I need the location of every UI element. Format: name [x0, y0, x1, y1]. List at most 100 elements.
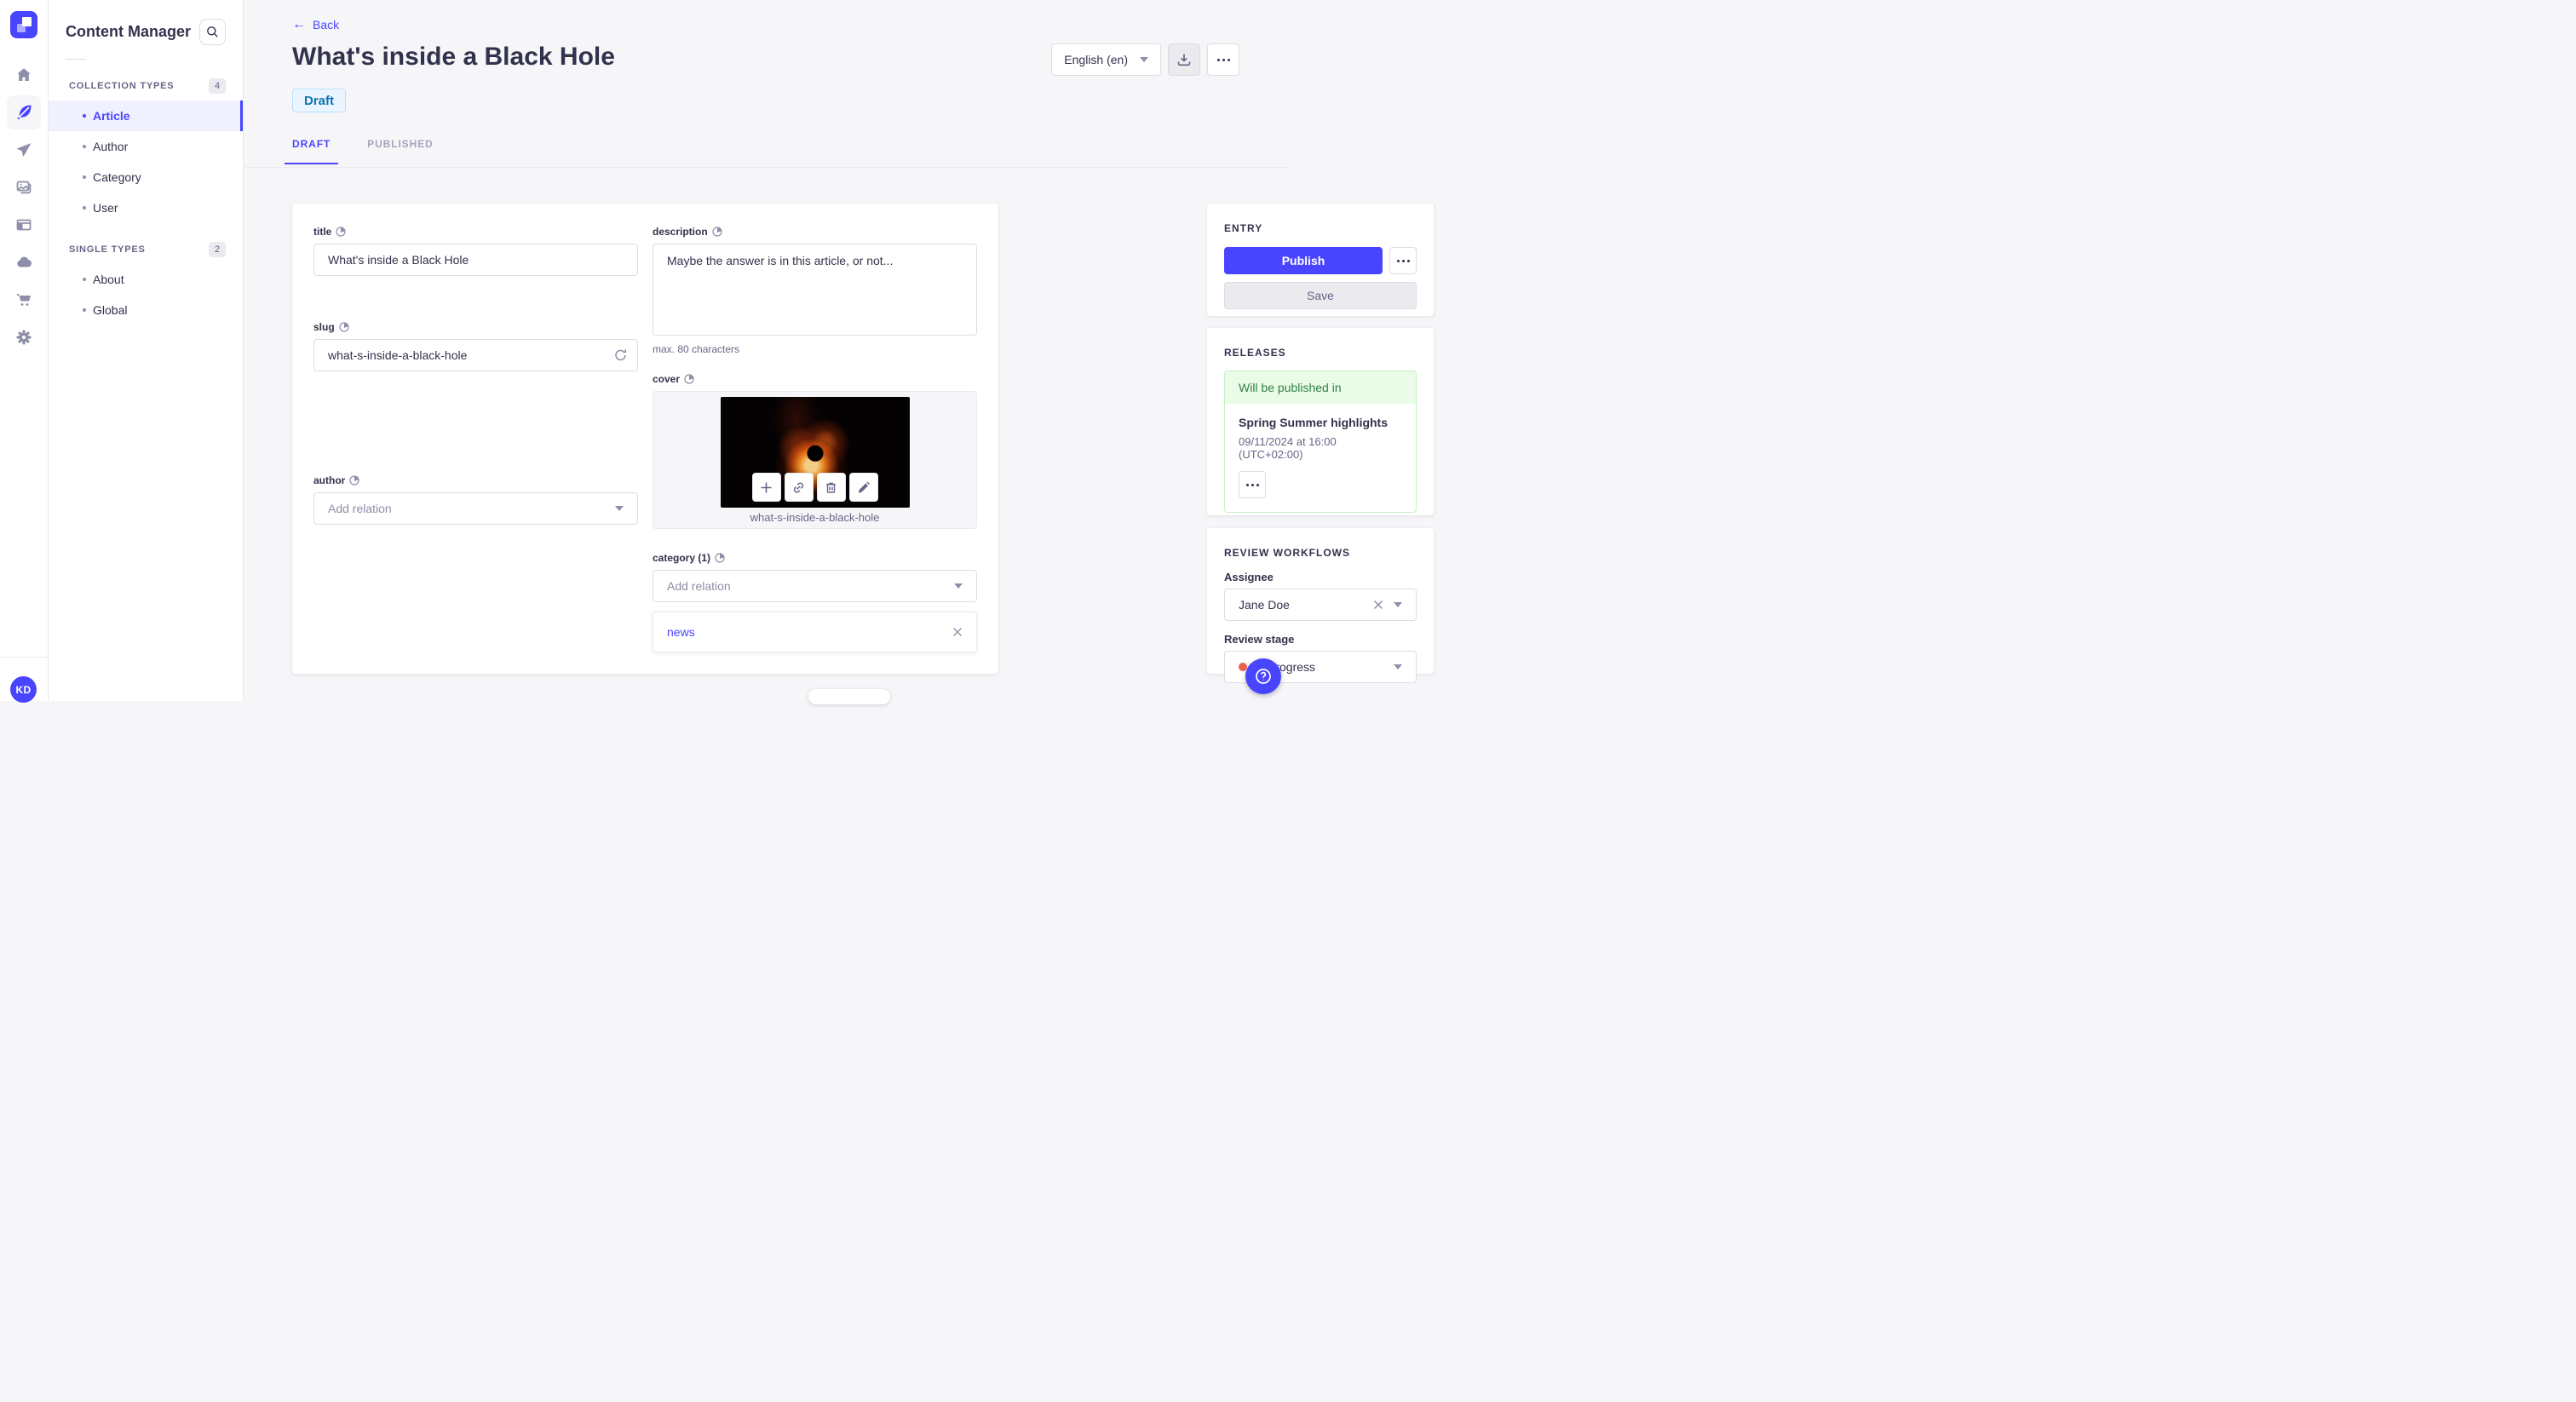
clear-assignee-button[interactable]	[1373, 600, 1383, 610]
relation-item-news[interactable]: news	[653, 612, 977, 652]
review-stage-label: Review stage	[1224, 633, 1295, 646]
title-input[interactable]	[313, 244, 638, 276]
sidebar-item-label: About	[93, 273, 124, 286]
rail-divider	[0, 657, 48, 658]
globe-icon	[339, 322, 349, 332]
slug-input[interactable]	[313, 339, 638, 371]
search-icon	[207, 26, 218, 37]
marketplace-icon[interactable]	[7, 283, 41, 317]
entry-more-button[interactable]	[1389, 247, 1417, 274]
content-type-builder-icon[interactable]	[7, 208, 41, 242]
collection-types-label: COLLECTION TYPES	[69, 81, 175, 91]
sidebar-item-label: Article	[93, 109, 130, 123]
user-avatar[interactable]: KD	[10, 676, 37, 703]
cover-media-card: what-s-inside-a-black-hole	[653, 391, 977, 529]
rail-nav	[7, 58, 41, 354]
releases-panel: RELEASES Will be published in Spring Sum…	[1207, 328, 1434, 515]
sidebar-item-author[interactable]: Author	[49, 131, 243, 162]
home-icon[interactable]	[7, 58, 41, 92]
globe-icon	[336, 227, 346, 237]
author-relation-select[interactable]: Add relation	[313, 492, 638, 525]
back-label: Back	[313, 18, 340, 32]
publish-button[interactable]: Publish	[1224, 247, 1383, 274]
search-button[interactable]	[199, 19, 226, 45]
field-label-text: category (1)	[653, 552, 711, 564]
link-icon	[793, 481, 804, 493]
logo-shape-2	[17, 24, 26, 32]
assignee-value: Jane Doe	[1239, 598, 1290, 612]
collection-types-count: 4	[209, 78, 226, 94]
regenerate-slug-button[interactable]	[613, 348, 628, 363]
description-hint: max. 80 characters	[653, 343, 740, 355]
chevron-down-icon	[954, 583, 963, 589]
copy-link-button[interactable]	[784, 473, 814, 502]
delete-media-button[interactable]	[816, 473, 846, 502]
field-label-text: title	[313, 226, 332, 238]
sidebar-divider	[66, 59, 86, 60]
chevron-down-icon	[615, 506, 624, 511]
locale-select[interactable]: English (en)	[1051, 43, 1161, 76]
bullet-icon	[83, 308, 86, 312]
header-controls: English (en)	[1051, 43, 1239, 76]
tab-published[interactable]: PUBLISHED	[367, 138, 433, 164]
chevron-down-icon	[1394, 664, 1402, 669]
save-button[interactable]: Save	[1224, 282, 1417, 309]
entry-panel: ENTRY Publish Save	[1207, 204, 1434, 316]
header-more-button[interactable]	[1207, 43, 1239, 76]
slug-field-label: slug	[313, 321, 638, 333]
download-icon	[1177, 54, 1191, 66]
deploy-icon[interactable]	[7, 133, 41, 167]
export-button[interactable]	[1168, 43, 1200, 76]
globe-icon	[684, 374, 694, 384]
review-workflows-panel: REVIEW WORKFLOWS Assignee Jane Doe Revie…	[1207, 528, 1434, 683]
release-date: 09/11/2024 at 16:00 (UTC+02:00)	[1239, 435, 1337, 461]
release-card: Will be published in Spring Summer highl…	[1224, 371, 1417, 513]
cloud-icon[interactable]	[7, 245, 41, 279]
help-button[interactable]	[1245, 658, 1281, 694]
chevron-down-icon	[1140, 57, 1148, 62]
cover-actions	[751, 473, 878, 502]
relation-link[interactable]: news	[667, 625, 952, 639]
settings-gear-icon[interactable]	[7, 320, 41, 354]
main-nav-rail: KD	[0, 0, 49, 703]
bullet-icon	[83, 145, 86, 148]
sidebar-item-label: Category	[93, 170, 141, 184]
content-manager-icon[interactable]	[7, 95, 41, 129]
refresh-icon	[615, 349, 626, 361]
description-textarea[interactable]: Maybe the answer is in this article, or …	[653, 244, 977, 336]
trash-icon	[826, 482, 836, 493]
category-field-label: category (1)	[653, 552, 977, 564]
author-placeholder: Add relation	[328, 502, 392, 515]
release-status: Will be published in	[1225, 371, 1416, 404]
assignee-select[interactable]: Jane Doe	[1224, 589, 1417, 621]
add-media-button[interactable]	[751, 473, 781, 502]
globe-icon	[715, 553, 725, 563]
tab-draft[interactable]: DRAFT	[285, 138, 339, 164]
review-panel-title: REVIEW WORKFLOWS	[1224, 547, 1350, 559]
field-label-text: cover	[653, 373, 681, 385]
edit-media-button[interactable]	[848, 473, 878, 502]
sidebar-title: Content Manager	[66, 23, 192, 40]
remove-relation-button[interactable]	[952, 627, 963, 637]
sidebar-item-about[interactable]: About	[49, 264, 243, 295]
bullet-icon	[83, 278, 86, 281]
release-more-button[interactable]	[1239, 471, 1266, 498]
sidebar-item-user[interactable]: User	[49, 192, 243, 223]
bullet-icon	[83, 206, 86, 210]
assignee-label: Assignee	[1224, 571, 1274, 583]
media-library-icon[interactable]	[7, 170, 41, 204]
bottom-scroll-pill[interactable]	[808, 689, 890, 704]
ellipsis-icon	[1216, 58, 1230, 61]
back-link[interactable]: ← Back	[292, 17, 339, 32]
entry-panel-title: ENTRY	[1224, 222, 1263, 234]
category-relation-select[interactable]: Add relation	[653, 570, 977, 602]
single-types-label: SINGLE TYPES	[69, 244, 146, 255]
field-label-text: slug	[313, 321, 335, 333]
sidebar-item-category[interactable]: Category	[49, 162, 243, 192]
strapi-logo[interactable]	[10, 11, 37, 38]
globe-icon	[349, 475, 359, 486]
main-content: ← Back What's inside a Black Hole Englis…	[244, 0, 1434, 704]
sidebar-item-global[interactable]: Global	[49, 295, 243, 325]
tabs-divider	[244, 167, 1288, 168]
sidebar-item-article[interactable]: Article	[49, 101, 243, 131]
